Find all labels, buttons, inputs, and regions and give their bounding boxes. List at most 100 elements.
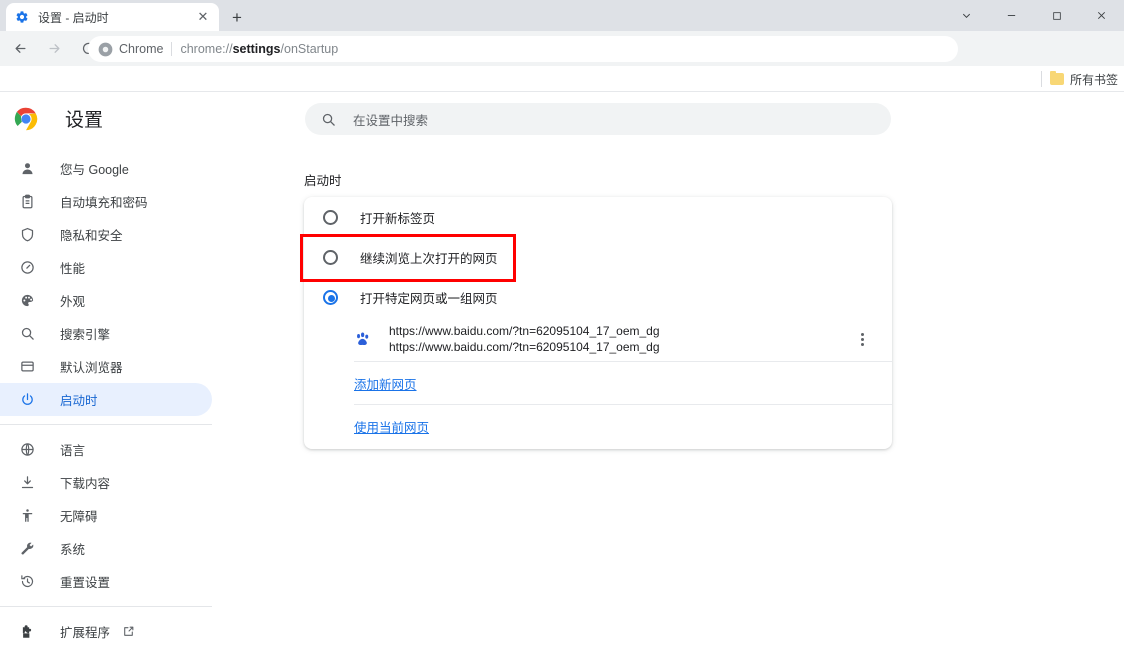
tab-title: 设置 - 启动时 [38,10,109,25]
folder-icon [1049,71,1064,85]
use-current-pages-row[interactable]: 使用当前网页 [304,405,892,447]
use-current-pages-link[interactable]: 使用当前网页 [354,417,429,436]
person-icon [18,160,36,178]
search-input[interactable]: 在设置中搜索 [305,103,891,135]
back-icon[interactable] [6,35,34,63]
startup-option-new-tab[interactable]: 打开新标签页 [304,197,892,237]
page-title: 设置 [65,110,104,131]
search-placeholder: 在设置中搜索 [353,113,429,128]
sidebar-item-on-startup[interactable]: 启动时 [0,383,212,416]
browser-window-icon [18,358,36,376]
section-heading: 启动时 [304,174,342,188]
sidebar-item-autofill-passwords[interactable]: 自动填充和密码 [0,185,212,218]
startup-page-urls: https://www.baidu.com/?tn=62095104_17_oe… [389,323,851,355]
sidebar-item-label: 启动时 [60,394,98,408]
omnibox-url: chrome://settings/onStartup [180,42,338,56]
settings-page: 设置 在设置中搜索 您与 Google 自动填充和密码 隐私和安全 性能 外观 … [0,92,1124,653]
omnibox-divider [171,42,173,56]
chrome-logo-icon [98,42,113,57]
forward-icon[interactable] [40,35,68,63]
settings-sidebar: 您与 Google 自动填充和密码 隐私和安全 性能 外观 搜索引擎 默认浏览器… [0,152,216,648]
accessibility-icon [18,507,36,525]
sidebar-item-you-and-google[interactable]: 您与 Google [0,152,212,185]
add-new-page-link[interactable]: 添加新网页 [354,374,417,393]
startup-page-url-line1: https://www.baidu.com/?tn=62095104_17_oe… [389,324,660,338]
omnibox-chrome-label: Chrome [119,42,164,56]
wrench-icon [18,540,36,558]
sidebar-item-label: 搜索引擎 [60,328,111,342]
sidebar-item-label: 语言 [60,444,86,458]
external-link-icon [122,625,135,638]
startup-page-row[interactable]: https://www.baidu.com/?tn=62095104_17_oe… [304,317,892,361]
startup-page-url-line2: https://www.baidu.com/?tn=62095104_17_oe… [389,340,660,354]
sidebar-item-default-browser[interactable]: 默认浏览器 [0,350,212,383]
startup-option-label: 打开新标签页 [360,211,436,226]
startup-option-specific-pages[interactable]: 打开特定网页或一组网页 [304,277,892,317]
sidebar-item-label: 重置设置 [60,576,111,590]
clipboard-icon [18,193,36,211]
sidebar-item-extensions[interactable]: 扩展程序 [0,615,212,648]
radio-button-selected[interactable] [323,289,338,305]
minimize-icon[interactable] [989,0,1034,31]
close-window-icon[interactable] [1079,0,1124,31]
radio-button[interactable] [323,249,338,265]
url-prefix: chrome:// [180,42,233,56]
baidu-paw-icon [354,331,371,348]
search-icon [18,325,36,343]
startup-settings-card: 打开新标签页 继续浏览上次打开的网页 打开特定网页或一组网页 https://w… [304,197,892,449]
browser-tab[interactable]: 设置 - 启动时 ✕ [6,3,219,31]
sidebar-item-label: 您与 Google [60,163,129,177]
sidebar-item-label: 扩展程序 [60,626,111,640]
palette-icon [18,292,36,310]
shield-icon [18,226,36,244]
bookmarks-bar: 所有书签 [0,66,1124,92]
puzzle-icon [18,623,36,641]
radio-button[interactable] [323,209,338,225]
sidebar-item-performance[interactable]: 性能 [0,251,212,284]
sidebar-item-label: 自动填充和密码 [60,196,148,210]
add-new-page-row[interactable]: 添加新网页 [304,362,892,404]
window-controls [944,0,1124,31]
sidebar-item-privacy-security[interactable]: 隐私和安全 [0,218,212,251]
tab-strip: 设置 - 启动时 ✕ + [0,0,1124,31]
sidebar-item-appearance[interactable]: 外观 [0,284,212,317]
browser-toolbar: Chrome chrome://settings/onStartup [0,31,1124,90]
gauge-icon [18,259,36,277]
search-icon [321,112,336,127]
all-bookmarks-button[interactable]: 所有书签 [1037,69,1122,89]
settings-brand: 设置 [14,105,103,132]
sidebar-divider [0,606,212,607]
sidebar-item-label: 性能 [60,262,86,276]
sidebar-item-label: 默认浏览器 [60,361,123,375]
sidebar-divider [0,424,212,425]
power-icon [18,391,36,409]
close-icon[interactable]: ✕ [195,9,211,25]
sidebar-item-label: 无障碍 [60,510,98,524]
sidebar-item-accessibility[interactable]: 无障碍 [0,499,212,532]
bookmark-divider [1040,71,1042,87]
dot [860,332,864,336]
url-bold-segment: settings [232,42,281,56]
sidebar-item-downloads[interactable]: 下载内容 [0,466,212,499]
address-bar[interactable]: Chrome chrome://settings/onStartup [88,36,958,62]
dot [860,342,864,346]
globe-icon [18,441,36,459]
sidebar-item-languages[interactable]: 语言 [0,433,212,466]
sidebar-item-label: 系统 [60,543,86,557]
startup-option-continue[interactable]: 继续浏览上次打开的网页 [304,237,892,277]
new-tab-button[interactable]: + [226,7,248,29]
sidebar-item-reset-settings[interactable]: 重置设置 [0,565,212,598]
sidebar-item-label: 隐私和安全 [60,229,123,243]
sidebar-item-label: 外观 [60,295,86,309]
restore-icon [18,573,36,591]
maximize-icon[interactable] [1034,0,1079,31]
chrome-logo-icon [14,107,38,131]
sidebar-item-system[interactable]: 系统 [0,532,212,565]
all-bookmarks-label: 所有书签 [1069,72,1118,87]
settings-gear-icon [14,9,30,25]
url-suffix: /onStartup [280,42,339,56]
chevron-down-icon[interactable] [944,0,989,31]
startup-option-label: 继续浏览上次打开的网页 [360,251,498,266]
more-options-icon[interactable] [851,328,873,350]
sidebar-item-search-engine[interactable]: 搜索引擎 [0,317,212,350]
